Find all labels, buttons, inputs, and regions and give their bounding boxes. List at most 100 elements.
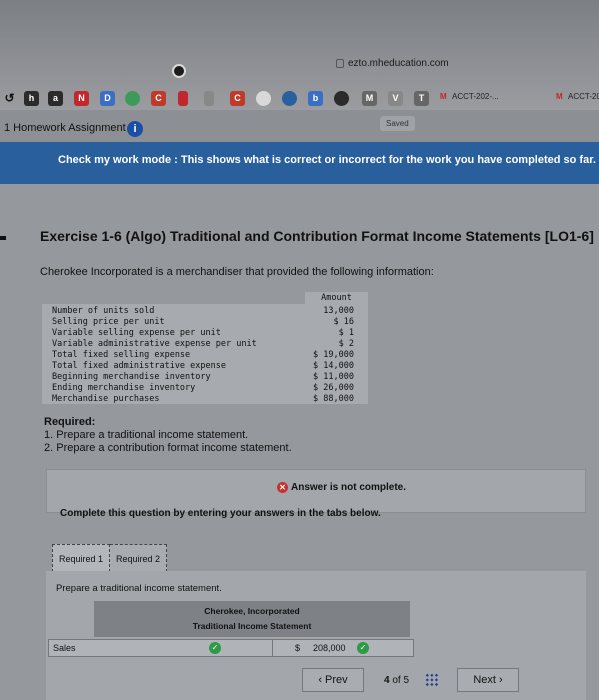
tab-d[interactable]: D (100, 91, 115, 106)
data-row-label: Variable administrative expense per unit (52, 339, 257, 349)
page-indicator: 4 of 5 (384, 675, 409, 686)
statement-row-sales: Sales ✓ $ 208,000 ✓ (48, 639, 414, 657)
data-row-value: $ 11,000 (313, 372, 354, 382)
browser-chrome: ezto.mheducation.com ↺ h a N D C C b M V… (0, 0, 599, 110)
next-label: Next (473, 674, 496, 686)
required-section: Required: 1. Prepare a traditional incom… (44, 416, 292, 455)
tab-n[interactable]: N (74, 91, 89, 106)
tab-target[interactable] (282, 91, 297, 106)
data-table-row: Merchandise purchases $ 88,000 (42, 394, 368, 405)
assignment-title: 1 Homework Assignment (4, 122, 126, 134)
assignment-header: 1 Homework Assignment i Saved (0, 110, 599, 142)
data-row-label: Total fixed selling expense (52, 350, 191, 360)
chevron-left-icon: ‹ (318, 674, 322, 686)
data-table-row: Variable selling expense per unit $ 1 (42, 328, 368, 339)
data-row-label: Selling price per unit (52, 317, 165, 327)
tab-c[interactable]: C (151, 91, 166, 106)
answer-status-text: Answer is not complete. (291, 482, 407, 493)
tab-title-acct-2[interactable]: ACCT-20 (568, 92, 599, 101)
given-data-body: Number of units sold 13,000 Selling price … (42, 304, 368, 404)
data-row-value: $ 14,000 (313, 361, 354, 371)
correct-check-icon: ✓ (209, 642, 221, 654)
tab-heart[interactable] (256, 91, 271, 106)
required-item-2: 2. Prepare a contribution format income … (44, 442, 292, 454)
data-table-row: Total fixed selling expense $ 19,000 (42, 350, 368, 361)
answer-status: ✕ Answer is not complete. (277, 482, 406, 493)
chevron-right-icon: › (499, 674, 503, 686)
answer-status-panel: ✕ Answer is not complete. (46, 469, 586, 513)
reload-icon[interactable]: ↺ (2, 91, 17, 106)
question-nav: ‹ Prev 4 of 5 Next › (302, 668, 520, 692)
page-current: 4 (384, 674, 390, 686)
data-table-row: Beginning merchandise inventory $ 11,000 (42, 372, 368, 383)
lock-icon (336, 59, 344, 68)
next-button[interactable]: Next › (457, 668, 520, 692)
check-my-work-banner: Check my work mode : This shows what is … (0, 142, 599, 184)
tab-circle-green[interactable] (125, 91, 140, 106)
sales-currency: $ (295, 643, 301, 653)
data-table-row: Ending merchandise inventory $ 26,000 (42, 383, 368, 394)
privacy-shield-icon[interactable] (172, 64, 186, 78)
data-row-label: Merchandise purchases (52, 394, 160, 404)
data-row-value: 13,000 (323, 306, 354, 316)
tab-c2[interactable]: C (230, 91, 245, 106)
tab-a[interactable]: a (48, 91, 63, 106)
prepare-instruction: Prepare a traditional income statement. (56, 583, 222, 594)
data-row-label: Number of units sold (52, 306, 155, 316)
prev-label: Prev (325, 674, 348, 686)
data-row-label: Beginning merchandise inventory (52, 372, 211, 382)
data-row-value: $ 16 (333, 317, 354, 327)
banner-text: Check my work mode : This shows what is … (58, 154, 599, 166)
tab-strip: ↺ h a N D C C b M V T M ACCT-202-... M A… (0, 88, 599, 110)
sales-label: Sales (53, 643, 76, 653)
gmail-icon: M (556, 92, 563, 101)
tab-m[interactable]: M (362, 91, 377, 106)
tab-h[interactable]: h (24, 91, 39, 106)
prev-button[interactable]: ‹ Prev (302, 668, 364, 692)
statement-company: Cherokee, Incorporated (204, 606, 300, 616)
grid-icon[interactable] (425, 673, 440, 687)
data-row-label: Total fixed administrative expense (52, 361, 226, 371)
data-row-value: $ 19,000 (313, 350, 354, 360)
address-bar[interactable]: ezto.mheducation.com (336, 58, 449, 69)
tab-b[interactable]: b (308, 91, 323, 106)
required-tabs: Required 1 Required 2 (52, 544, 168, 572)
data-table-row: Variable administrative expense per unit… (42, 339, 368, 350)
gmail-icon: M (440, 92, 447, 101)
tab-required-1[interactable]: Required 1 (52, 544, 111, 572)
data-table-row: Total fixed administrative expense $ 14,0… (42, 361, 368, 372)
statement-header: Cherokee, Incorporated Traditional Incom… (94, 601, 410, 637)
data-row-value: $ 2 (338, 339, 354, 349)
data-table-row: Number of units sold 13,000 (42, 306, 368, 317)
data-table-row: Selling price per unit $ 16 (42, 317, 368, 328)
tab-v[interactable]: V (388, 91, 403, 106)
sales-value-input[interactable]: 208,000 (313, 643, 346, 653)
amount-column-header: Amount (305, 292, 368, 304)
info-icon[interactable]: i (127, 121, 143, 137)
saved-status: Saved (380, 116, 415, 131)
incorrect-x-icon: ✕ (277, 482, 288, 493)
exercise-title: Exercise 1-6 (Algo) Traditional and Cont… (40, 228, 594, 244)
tab-t[interactable]: T (414, 91, 429, 106)
data-row-value: $ 88,000 (313, 394, 354, 404)
tab-title-acct-1[interactable]: ACCT-202-... (452, 92, 499, 101)
required-item-1: 1. Prepare a traditional income statemen… (44, 429, 249, 441)
tab-flag[interactable] (178, 91, 188, 106)
statement-title: Traditional Income Statement (192, 621, 312, 631)
sales-label-cell[interactable]: Sales ✓ (49, 640, 273, 656)
url-text: ezto.mheducation.com (348, 58, 449, 69)
tab-pen[interactable] (204, 91, 214, 106)
data-row-label: Ending merchandise inventory (52, 383, 196, 393)
exercise-intro: Cherokee Incorporated is a merchandiser … (40, 266, 434, 278)
tab-circle-dark[interactable] (334, 91, 349, 106)
instruction-text: Complete this question by entering your … (60, 508, 381, 519)
data-row-value: $ 26,000 (313, 383, 354, 393)
side-marker (0, 236, 6, 240)
main-content: Exercise 1-6 (Algo) Traditional and Cont… (0, 184, 599, 700)
tab-required-2[interactable]: Required 2 (110, 544, 168, 572)
required-heading: Required: (44, 416, 96, 428)
page-of: of 5 (392, 674, 410, 686)
correct-check-icon: ✓ (357, 642, 369, 654)
data-row-label: Variable selling expense per unit (52, 328, 221, 338)
data-row-value: $ 1 (338, 328, 354, 338)
